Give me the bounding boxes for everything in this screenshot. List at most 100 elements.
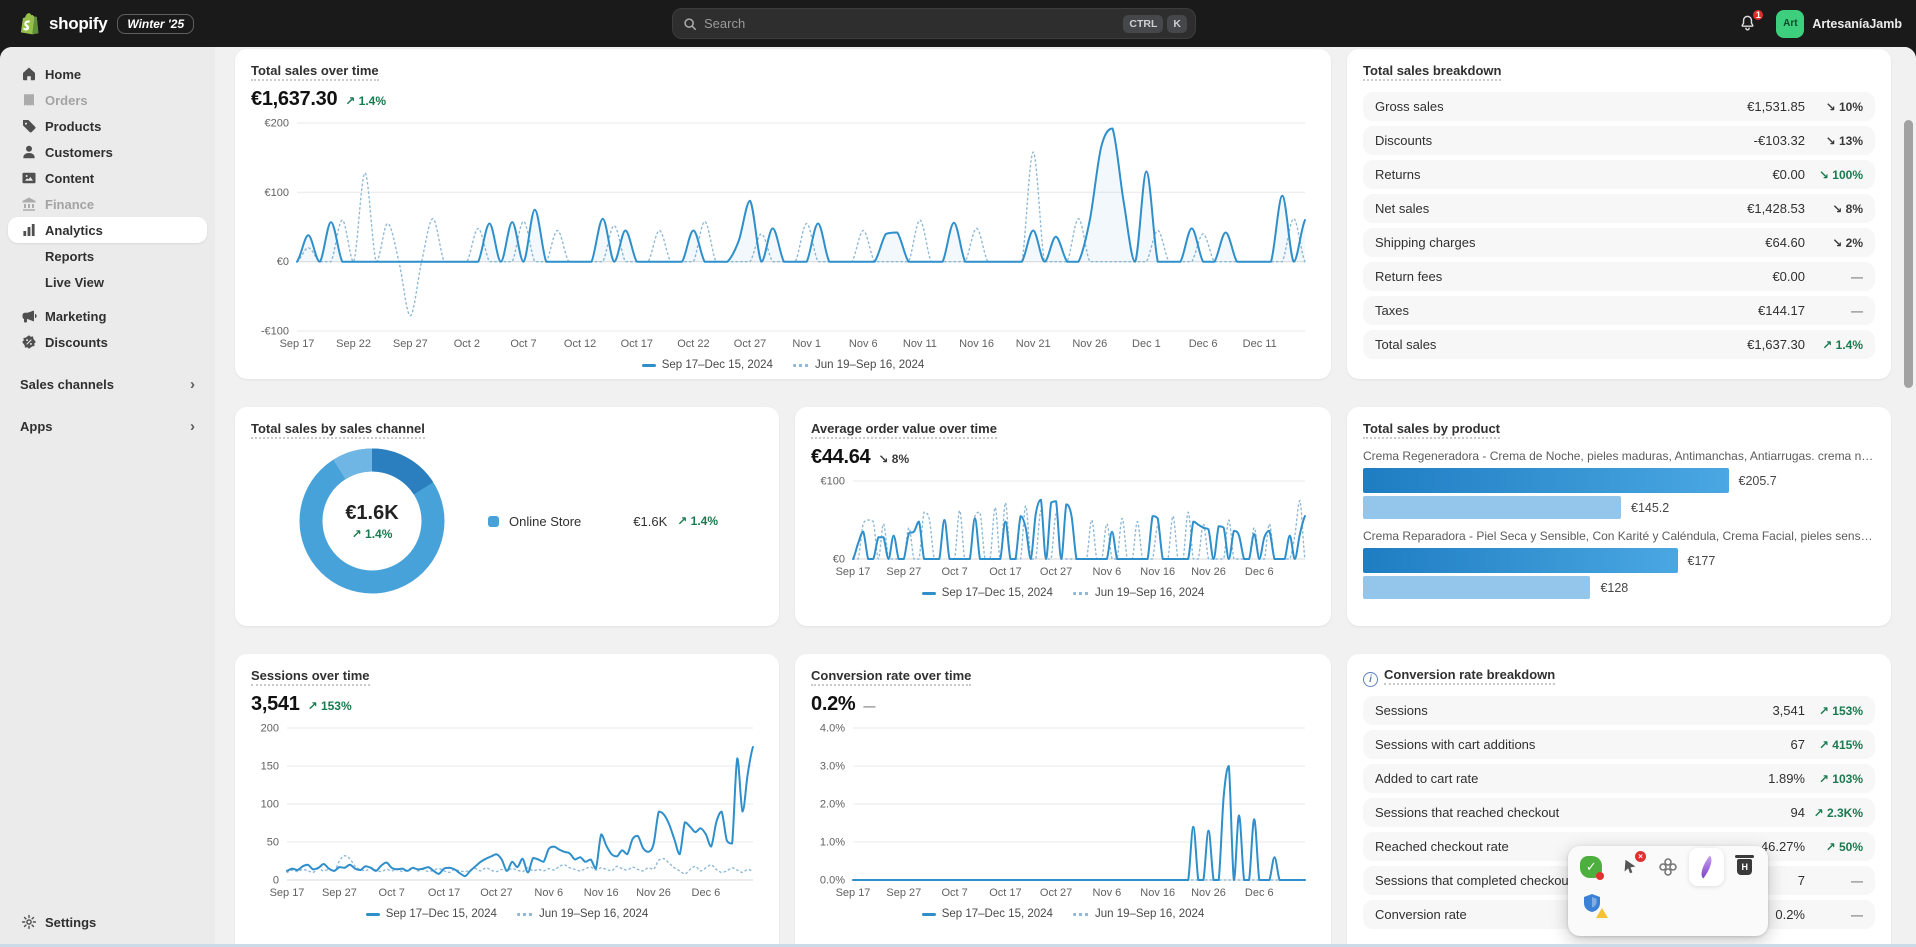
sidebar-item-analytics[interactable]: Analytics [8,217,207,243]
svg-text:100: 100 [261,799,279,811]
card-title[interactable]: Total sales breakdown [1363,63,1501,81]
sidebar-item-discounts[interactable]: Discounts [8,329,207,355]
svg-text:0: 0 [273,875,279,887]
svg-text:Sep 17: Sep 17 [270,887,305,899]
sidebar-item-settings[interactable]: Settings [8,909,207,935]
legend-label: Sep 17–Dec 15, 2024 [662,359,773,371]
sidebar-section-sales-channels[interactable]: Sales channels › [8,371,207,397]
card-title[interactable]: Average order value over time [811,421,997,439]
svg-text:Sep 17: Sep 17 [280,338,315,350]
feather-extension-icon[interactable] [1689,848,1725,886]
row-delta: ↗ 2.3K% [1805,806,1863,820]
table-row[interactable]: Shipping charges €64.60 ↘ 2% [1363,228,1875,257]
svg-text:Oct 17: Oct 17 [428,887,460,899]
sidebar-item-customers[interactable]: Customers [8,139,207,165]
nav-divider [8,295,207,303]
table-row[interactable]: Discounts -€103.32 ↘ 13% [1363,126,1875,155]
row-label: Returns [1375,167,1772,182]
sidebar-item-home[interactable]: Home [8,61,207,87]
product-bar-group[interactable]: Crema Regeneradora - Crema de Noche, pie… [1363,449,1875,519]
info-icon[interactable]: i [1363,672,1378,687]
sidebar-item-finance[interactable]: Finance [8,191,207,217]
chart-legend: Sep 17–Dec 15, 2024 Jun 19–Sep 16, 2024 [251,359,1315,371]
card-title[interactable]: Total sales over time [251,63,379,81]
search-bar[interactable]: CTRL K [672,8,1196,39]
row-value: 46.27% [1761,839,1805,854]
shield-warning-extension-icon[interactable] [1580,891,1604,915]
row-label: Return fees [1375,269,1772,284]
table-row[interactable]: Sessions that reached checkout 94 ↗ 2.3K… [1363,798,1875,827]
table-row[interactable]: Gross sales €1,531.85 ↘ 10% [1363,92,1875,121]
sidebar-item-label: Customers [45,145,113,160]
metric-delta: ↗ 153% [308,699,352,713]
svg-text:Nov 16: Nov 16 [1140,566,1175,578]
previous-period-bar [1363,496,1621,519]
svg-text:2.0%: 2.0% [820,799,845,811]
sidebar-section-apps[interactable]: Apps › [8,413,207,439]
svg-text:Sep 27: Sep 27 [886,887,921,899]
current-period-bar [1363,548,1678,573]
table-row[interactable]: Added to cart rate 1.89% ↗ 103% [1363,764,1875,793]
svg-text:Oct 7: Oct 7 [379,887,405,899]
table-row[interactable]: Net sales €1,428.53 ↘ 8% [1363,194,1875,223]
trash-extension-icon[interactable]: H [1733,855,1756,879]
card-title[interactable]: Conversion rate breakdown [1384,667,1555,685]
row-value: 1.89% [1768,771,1805,786]
svg-text:Oct 17: Oct 17 [621,338,653,350]
sidebar: Home Orders Products Customers Content F… [0,47,215,947]
row-value: €1,531.85 [1747,99,1805,114]
table-row[interactable]: Total sales €1,637.30 ↗ 1.4% [1363,330,1875,359]
card-title[interactable]: Total sales by sales channel [251,421,425,439]
table-row[interactable]: Return fees €0.00 — [1363,262,1875,291]
svg-text:Oct 7: Oct 7 [941,887,967,899]
svg-text:Oct 27: Oct 27 [734,338,766,350]
row-delta: ↗ 415% [1805,738,1863,752]
shopify-logo[interactable]: shopify [16,11,107,37]
svg-text:Nov 26: Nov 26 [1191,566,1226,578]
sidebar-item-reports[interactable]: Reports [8,243,207,269]
notification-badge: 1 [1751,8,1765,22]
section-label: Apps [20,419,53,434]
clover-extension-icon[interactable] [1657,855,1680,879]
account-menu[interactable]: Art ArtesaníaJamb [1776,10,1902,38]
table-row[interactable]: Sessions 3,541 ↗ 153% [1363,696,1875,725]
search-input[interactable] [704,16,1119,31]
svg-text:Oct 27: Oct 27 [480,887,512,899]
notifications-button[interactable]: 1 [1734,11,1760,37]
row-delta: ↘ 10% [1805,100,1863,114]
legend-label: Jun 19–Sep 16, 2024 [539,908,648,920]
average-order-value-line-chart: €100€0Sep 17Sep 27Oct 7Oct 17Oct 27Nov 6… [811,473,1315,579]
sidebar-item-label: Orders [45,93,88,108]
legend-solid-marker [642,364,656,367]
sidebar-item-marketing[interactable]: Marketing [8,303,207,329]
metric-value: €1,637.30 [251,88,337,111]
orders-icon [20,92,37,109]
sidebar-item-live-view[interactable]: Live View [8,269,207,295]
green-check-extension-icon[interactable]: ✓ [1580,855,1603,879]
page-scrollbar[interactable] [1904,120,1913,388]
card-title[interactable]: Conversion rate over time [811,668,971,686]
table-row[interactable]: Sessions with cart additions 67 ↗ 415% [1363,730,1875,759]
bar-value: €205.7 [1739,474,1777,488]
edition-badge[interactable]: Winter '25 [117,14,194,34]
svg-text:Sep 17: Sep 17 [836,566,871,578]
row-label: Added to cart rate [1375,771,1768,786]
table-row[interactable]: Taxes €144.17 — [1363,296,1875,325]
chevron-right-icon: › [190,377,195,392]
legend-label: Jun 19–Sep 16, 2024 [1095,908,1204,920]
chevron-right-icon: › [190,419,195,434]
metric-value: 3,541 [251,693,300,716]
table-row[interactable]: Returns €0.00 ↘ 100% [1363,160,1875,189]
card-title[interactable]: Sessions over time [251,668,370,686]
row-label: Taxes [1375,303,1758,318]
sidebar-item-label: Marketing [45,309,106,324]
svg-text:0.0%: 0.0% [820,875,845,887]
card-title[interactable]: Total sales by product [1363,421,1500,439]
sidebar-item-content[interactable]: Content [8,165,207,191]
sidebar-item-orders[interactable]: Orders [8,87,207,113]
row-delta: ↗ 153% [1805,704,1863,718]
cursor-blocked-extension-icon[interactable]: × [1619,855,1642,879]
sidebar-item-products[interactable]: Products [8,113,207,139]
product-bar-group[interactable]: Crema Reparadora - Piel Seca y Sensible,… [1363,529,1875,599]
svg-text:Oct 27: Oct 27 [1040,887,1072,899]
